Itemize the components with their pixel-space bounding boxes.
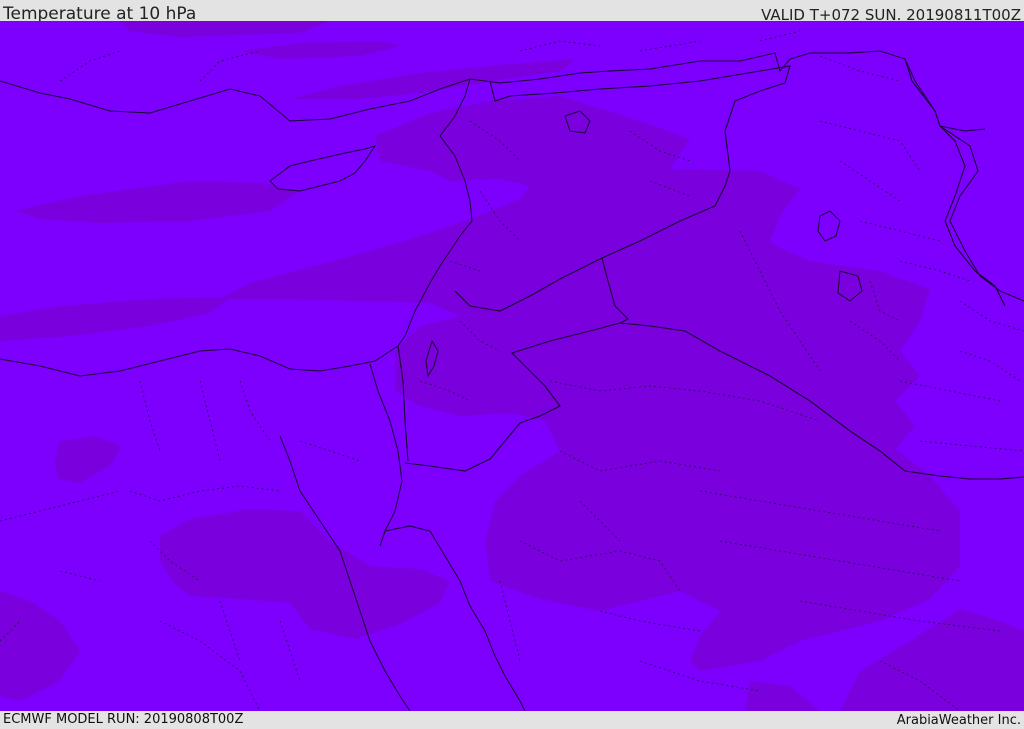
model-run-label: ECMWF MODEL RUN: 20190808T00Z <box>3 712 244 727</box>
footer-bar: ECMWF MODEL RUN: 20190808T00Z ArabiaWeat… <box>0 711 1024 729</box>
map-canvas <box>0 21 1024 711</box>
temperature-map <box>0 21 1024 711</box>
header-bar: Temperature at 10 hPa VALID T+072 SUN. 2… <box>0 0 1024 24</box>
weather-map-page: Temperature at 10 hPa VALID T+072 SUN. 2… <box>0 0 1024 729</box>
credit-label: ArabiaWeather Inc. <box>896 713 1021 728</box>
